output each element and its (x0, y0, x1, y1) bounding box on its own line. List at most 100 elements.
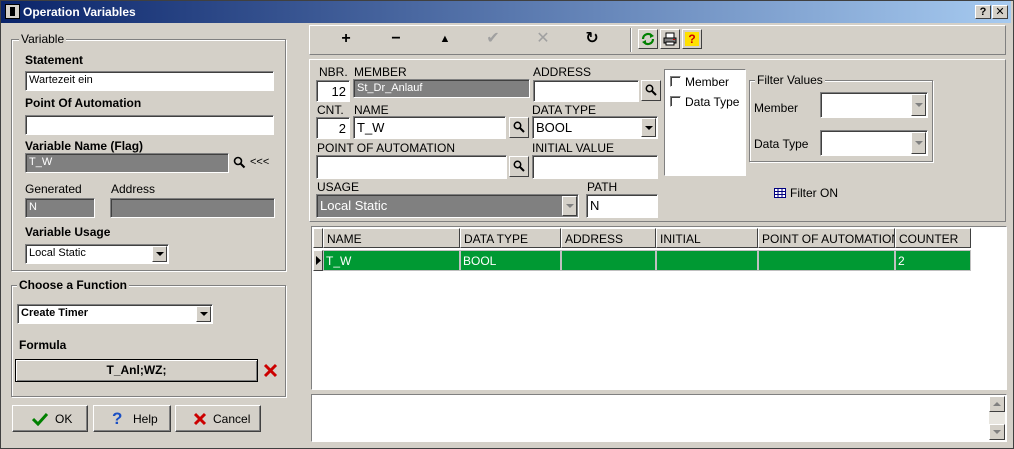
cell-initial[interactable] (656, 250, 758, 271)
name-input[interactable]: T_W (353, 116, 506, 139)
refresh-icon (641, 32, 655, 46)
cell-data-type[interactable]: BOOL (460, 250, 561, 271)
generated-field: N (25, 198, 95, 218)
refresh-button[interactable] (638, 29, 658, 49)
close-title-button[interactable]: ✕ (992, 5, 1008, 19)
row-pointer-icon (316, 256, 321, 265)
cell-counter[interactable]: 2 (895, 250, 971, 271)
column-header-data-type[interactable]: DATA TYPE (460, 228, 561, 248)
more-button[interactable]: <<< (250, 156, 269, 168)
scroll-up-button[interactable] (989, 396, 1005, 412)
chevron-up-icon (993, 402, 1001, 406)
function-group-title: Choose a Function (17, 278, 129, 292)
app-icon (5, 4, 20, 19)
cancel-button[interactable]: Cancel (175, 405, 261, 432)
help-icon: ? (112, 409, 123, 428)
help-icon: ? (685, 32, 699, 46)
column-header-address[interactable]: ADDRESS (561, 228, 656, 248)
grid-corner-header (313, 228, 323, 248)
address-search-button[interactable] (641, 80, 661, 101)
variable-usage-select[interactable]: Local Static (25, 244, 169, 264)
editor-poa-label: POINT OF AUTOMATION (317, 141, 456, 155)
member-field: St_Dr_Anlauf (353, 79, 530, 98)
nbr-field[interactable]: 12 (316, 80, 350, 102)
formula-label: Formula (19, 338, 67, 352)
redo-button[interactable]: ↻ (577, 29, 607, 49)
filter-datatype-label: Data Type (754, 137, 809, 151)
initial-input[interactable] (532, 155, 658, 179)
search-icon[interactable] (233, 156, 246, 169)
address-field (110, 198, 275, 218)
cell-name[interactable]: T_W (323, 250, 460, 271)
editor-poa-input[interactable] (316, 155, 507, 179)
statement-input[interactable]: Wartezeit ein (25, 71, 274, 91)
name-search-button[interactable] (509, 117, 529, 138)
delete-button[interactable]: ✕ (528, 29, 558, 49)
row-indicator[interactable] (313, 250, 323, 271)
chevron-down-icon[interactable] (562, 196, 577, 216)
cell-poa[interactable] (758, 250, 895, 271)
poa-search-button[interactable] (509, 156, 529, 177)
help-title-button[interactable]: ? (975, 5, 991, 19)
path-field[interactable]: N (586, 194, 658, 218)
poa-label: Point Of Automation (25, 96, 142, 110)
cnt-label: CNT. (317, 103, 344, 117)
variable-usage-label: Variable Usage (25, 225, 111, 239)
variable-usage-value: Local Static (29, 247, 86, 259)
cancel-label: Cancel (213, 412, 251, 426)
notes-area[interactable] (311, 394, 1007, 442)
column-header-name[interactable]: NAME (323, 228, 460, 248)
column-header-initial[interactable]: INITIAL (656, 228, 758, 248)
chevron-down-icon[interactable] (911, 94, 926, 116)
datatype-select[interactable]: BOOL (532, 116, 658, 139)
help-button[interactable]: ? Help (93, 405, 171, 432)
cell-address[interactable] (561, 250, 656, 271)
editor-address-input[interactable] (533, 80, 639, 102)
help-tool-button[interactable]: ? (682, 29, 702, 49)
column-header-counter[interactable]: COUNTER (895, 228, 971, 248)
function-select-value: Create Timer (21, 307, 89, 319)
filter-member-select[interactable] (820, 92, 928, 118)
add-button[interactable]: + (331, 29, 361, 49)
move-up-button[interactable]: ▲ (430, 29, 460, 49)
chevron-down-icon[interactable] (911, 132, 926, 154)
printer-icon (663, 32, 677, 46)
poa-input[interactable] (25, 115, 274, 135)
formula-button[interactable]: T_Anl;WZ; (15, 359, 258, 382)
confirm-button[interactable]: ✔ (478, 29, 508, 49)
generated-label: Generated (25, 182, 82, 196)
ok-button[interactable]: OK (12, 405, 88, 432)
chevron-down-icon[interactable] (196, 306, 211, 322)
search-icon (513, 160, 525, 172)
filter-values-title: Filter Values (755, 73, 825, 87)
remove-button[interactable]: − (381, 29, 411, 49)
variable-name-input[interactable]: T_W (25, 153, 229, 173)
address-label: Address (111, 182, 156, 196)
member-checkbox[interactable] (670, 76, 681, 87)
member-label: MEMBER (354, 65, 407, 79)
name-label: NAME (354, 103, 389, 117)
search-icon (513, 121, 525, 133)
filter-datatype-select[interactable] (820, 130, 928, 156)
cnt-field[interactable]: 2 (316, 117, 350, 139)
chevron-down-icon (993, 430, 1001, 434)
help-label: Help (133, 412, 158, 426)
datatype-checkbox[interactable] (670, 96, 681, 107)
function-select[interactable]: Create Timer (17, 304, 213, 324)
editor-address-label: ADDRESS (533, 65, 592, 79)
chevron-down-icon[interactable] (641, 118, 656, 137)
column-header-poa[interactable]: POINT OF AUTOMATION (758, 228, 895, 248)
toolbar-separator (630, 28, 632, 52)
window-title: Operation Variables (23, 5, 136, 19)
clear-formula-icon[interactable] (263, 363, 278, 378)
usage-select[interactable]: Local Static (316, 194, 579, 218)
datatype-check-label: Data Type (685, 95, 740, 109)
print-button[interactable] (660, 29, 680, 49)
usage-value: Local Static (320, 198, 388, 213)
datatype-value: BOOL (536, 120, 573, 135)
scroll-down-button[interactable] (989, 424, 1005, 440)
search-icon (645, 84, 657, 96)
chevron-down-icon[interactable] (152, 246, 167, 262)
usage-label: USAGE (317, 180, 360, 194)
statement-label: Statement (25, 53, 84, 67)
